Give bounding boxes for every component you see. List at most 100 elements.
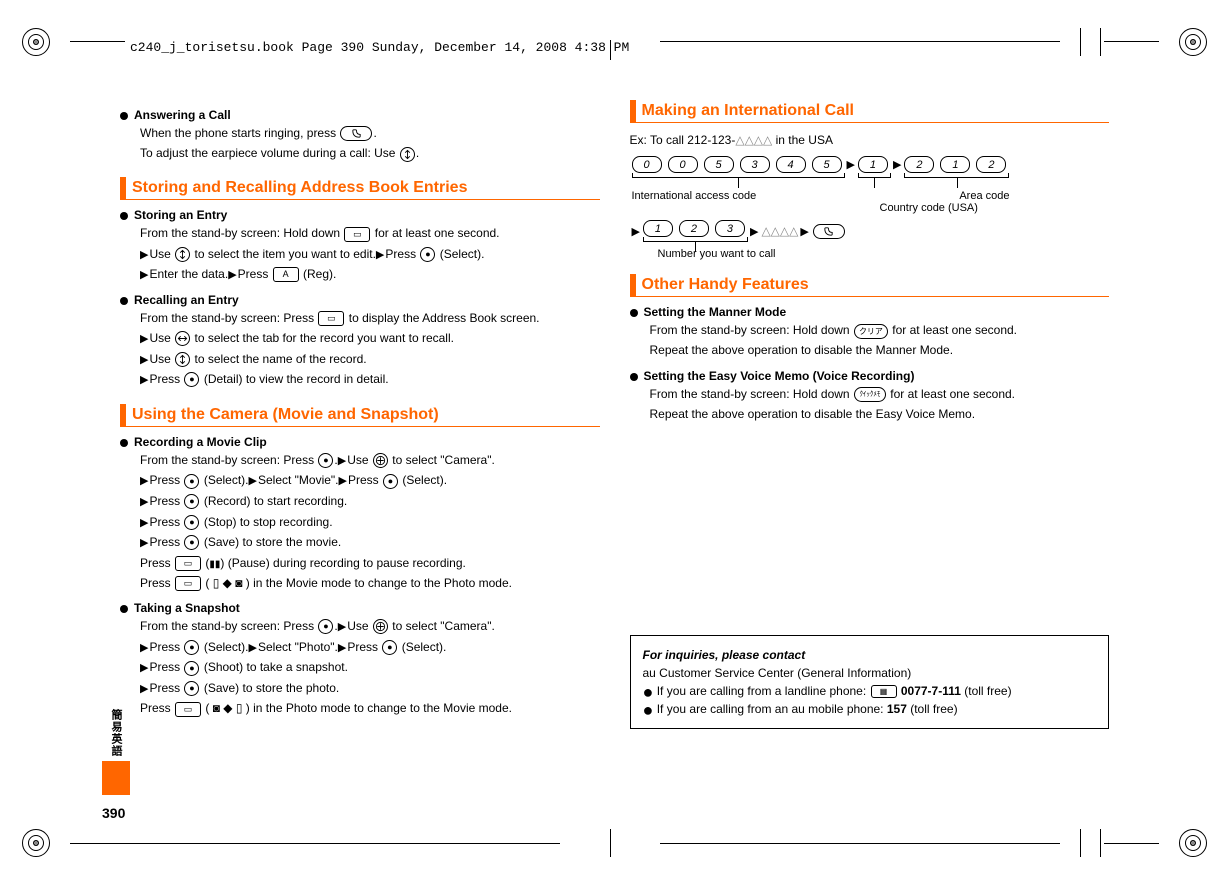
digit-key: 2 (679, 220, 709, 237)
sub-title: Answering a Call (134, 108, 231, 122)
digit-key: 1 (858, 156, 888, 173)
body-text: ▶Press ● (Record) to start recording. (140, 492, 600, 512)
registration-mark-icon (1179, 829, 1207, 857)
crop-line (1100, 28, 1101, 56)
dial-row-2: ▶ 1 2 3 ▶ △△△△ ▶ (632, 220, 1110, 242)
sub-title: Setting the Manner Mode (644, 305, 787, 319)
registration-mark-icon (22, 28, 50, 56)
digit-key: 5 (812, 156, 842, 173)
updown-key-icon (175, 352, 190, 367)
sub-voice-memo: Setting the Easy Voice Memo (Voice Recor… (630, 369, 1110, 383)
sub-title: Recalling an Entry (134, 293, 239, 307)
body-text: ▶Press ● (Save) to store the movie. (140, 533, 600, 553)
crop-line (1100, 829, 1101, 857)
page-number: 390 (102, 805, 125, 821)
sub-recalling-entry: Recalling an Entry (120, 293, 600, 307)
crop-line (70, 41, 125, 42)
dial-labels-row: International access code Area code Coun… (632, 184, 1110, 214)
sub-title: Recording a Movie Clip (134, 435, 267, 449)
body-text: ▶Use to select the item you want to edit… (140, 245, 600, 265)
body-text: ▶Press ● (Select).▶Select "Movie".▶Press… (140, 471, 600, 491)
center-key-icon: ● (184, 640, 199, 655)
body-text: Repeat the above operation to disable th… (650, 405, 1110, 424)
addressbook-key-icon: ▭ (344, 227, 370, 242)
movie-icon: ▯ (213, 576, 220, 590)
digit-key: 3 (715, 220, 745, 237)
memo-key-icon: ｸｲｯｸﾒﾓ (854, 387, 886, 402)
app-key-icon: A (273, 267, 299, 282)
triangle-placeholder-icon: △△△△ (761, 224, 798, 238)
body-text: ▶Use to select the tab for the record yo… (140, 329, 600, 349)
crop-line (1104, 41, 1159, 42)
crop-line (70, 843, 560, 844)
body-text: From the stand-by screen: Hold down ▭ fo… (140, 224, 600, 243)
digit-key: 0 (668, 156, 698, 173)
center-key-icon: ● (420, 247, 435, 262)
clear-key-icon: クリア (854, 324, 888, 339)
body-text: Press ▭ ( ◙ ◆ ▯ ) in the Photo mode to c… (140, 699, 600, 718)
dial-diagram: 0 0 5 3 4 5 ▶ 1 ▶ (632, 156, 1110, 260)
nav-key-icon (373, 619, 388, 634)
example-text: Ex: To call 212-123-△△△△ in the USA (630, 131, 1110, 150)
section-storing-recalling: Storing and Recalling Address Book Entri… (120, 177, 600, 200)
tel-number: 157 (887, 702, 907, 716)
digit-key: 1 (643, 220, 673, 237)
triangle-placeholder-icon: △△△△ (735, 133, 772, 147)
sub-movie-clip: Recording a Movie Clip (120, 435, 600, 449)
section-camera: Using the Camera (Movie and Snapshot) (120, 404, 600, 427)
label-intl-access: International access code (632, 190, 832, 214)
body-text: ▶Press ● (Stop) to stop recording. (140, 513, 600, 533)
tel-number: 0077-7-111 (901, 684, 961, 698)
section-intl-call: Making an International Call (630, 100, 1110, 123)
digit-key: 5 (704, 156, 734, 173)
sub-title: Taking a Snapshot (134, 601, 240, 615)
addressbook-key-icon: ▭ (175, 702, 201, 717)
leftright-key-icon (175, 331, 190, 346)
page-content: Answering a Call When the phone starts r… (120, 100, 1109, 805)
digit-key: 2 (976, 156, 1006, 173)
body-text: From the stand-by screen: Press ▭ to dis… (140, 309, 600, 328)
digit-key: 0 (632, 156, 662, 173)
sub-manner-mode: Setting the Manner Mode (630, 305, 1110, 319)
digit-key: 2 (904, 156, 934, 173)
sub-snapshot: Taking a Snapshot (120, 601, 600, 615)
group-country-code: 1 (858, 156, 891, 178)
body-text: Press ▭ (▮▮) (Pause) during recording to… (140, 554, 600, 573)
camera-icon: ◙ (213, 701, 220, 715)
center-key-icon: ● (318, 619, 333, 634)
body-text: When the phone starts ringing, press . (140, 124, 600, 143)
center-key-icon: ● (184, 535, 199, 550)
center-key-icon: ● (184, 661, 199, 676)
registration-mark-icon (22, 829, 50, 857)
center-key-icon: ● (184, 494, 199, 509)
center-key-icon: ● (382, 640, 397, 655)
nav-key-icon (373, 453, 388, 468)
side-tab: 簡易英語 (102, 709, 130, 795)
body-text: ▶Press ● (Save) to store the photo. (140, 679, 600, 699)
diamond-icon: ◆ (223, 701, 232, 715)
crop-line (610, 829, 611, 857)
body-text: ▶Enter the data.▶Press A (Reg). (140, 265, 600, 285)
pause-icon: ▮▮ (209, 559, 220, 570)
center-key-icon: ● (184, 474, 199, 489)
crop-line (660, 843, 1060, 844)
group-area-code: 2 1 2 (904, 156, 1009, 178)
center-key-icon: ● (184, 372, 199, 387)
crop-line (660, 41, 1060, 42)
body-text: Press ▭ ( ▯ ◆ ◙ ) in the Movie mode to c… (140, 574, 600, 593)
right-column: Making an International Call Ex: To call… (630, 100, 1110, 805)
inquiries-header: For inquiries, please contact (643, 646, 1097, 664)
digit-key: 4 (776, 156, 806, 173)
call-key-icon (340, 126, 372, 141)
body-text: From the stand-by screen: Press ●.▶Use t… (140, 451, 600, 471)
inquiries-sub: au Customer Service Center (General Info… (643, 664, 1097, 682)
freecall-icon: ▦ (871, 685, 897, 698)
sub-title: Setting the Easy Voice Memo (Voice Recor… (644, 369, 915, 383)
page-header-meta: c240_j_torisetsu.book Page 390 Sunday, D… (130, 40, 629, 55)
updown-key-icon (400, 147, 415, 162)
center-key-icon: ● (383, 474, 398, 489)
crop-line (1104, 843, 1159, 844)
body-text: ▶Press ● (Shoot) to take a snapshot. (140, 658, 600, 678)
crop-line (1080, 28, 1081, 56)
body-text: ▶Press ● (Select).▶Select "Photo".▶Press… (140, 638, 600, 658)
